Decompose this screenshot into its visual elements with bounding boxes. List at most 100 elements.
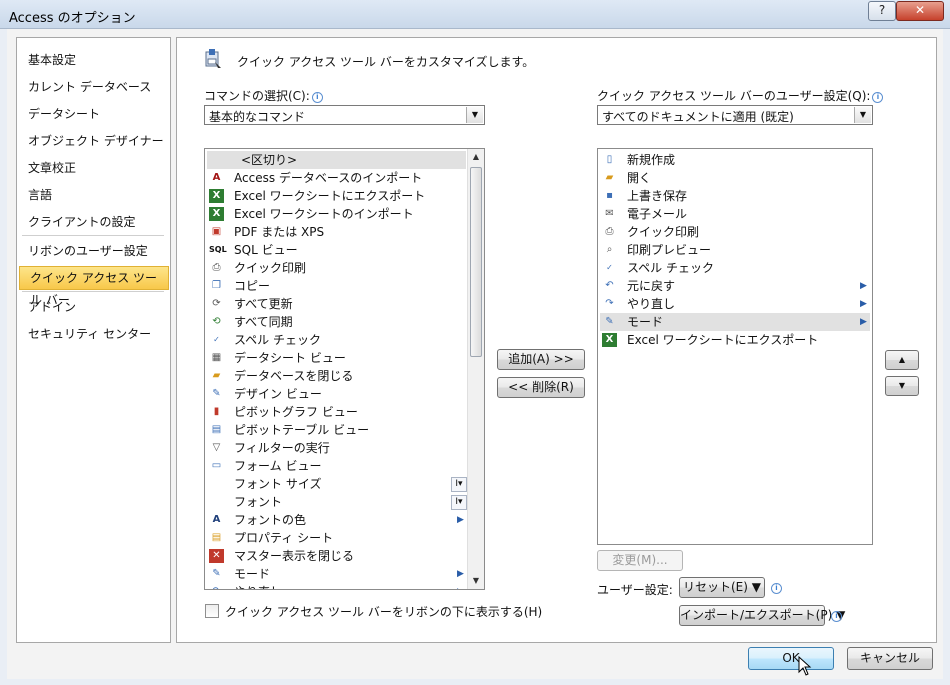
submenu-arrow-icon: ▶ [457,583,464,589]
spell-check-icon: ✓ [606,263,613,272]
list-item[interactable]: ❐ コピー [207,277,466,295]
list-item[interactable]: ✎ デザイン ビュー [207,385,466,403]
list-item-label: Excel ワークシートにエクスポート [234,189,426,203]
list-item[interactable]: ▣ PDF または XPS [207,223,466,241]
list-item-label: フォント サイズ [234,477,322,491]
commands-list[interactable]: <区切り> A Access データベースのインポート X Excel ワークシートにエ… [204,148,485,590]
show-below-ribbon-label[interactable]: クイック アクセス ツール バーをリボンの下に表示する(H) [225,603,542,620]
commands-scrollbar[interactable]: ▲ ▼ [467,149,484,589]
list-item[interactable]: ⎙ クイック印刷 [207,259,466,277]
list-item-label: Excel ワークシートにエクスポート [627,333,819,347]
submenu-arrow-icon: ▶ [457,569,464,579]
nav-item[interactable]: データシート [18,102,169,126]
nav-item[interactable]: アドイン [18,295,169,319]
qat-label: クイック アクセス ツール バーのユーザー設定(Q): i [597,87,884,104]
scroll-down-icon[interactable]: ▼ [468,573,484,589]
mode-icon: ✎ [212,568,221,579]
nav-item[interactable]: クライアントの設定 [18,210,169,234]
qat-scope-select[interactable]: すべてのドキュメントに適用 (既定) ▼ [597,105,873,125]
list-item[interactable]: X Excel ワークシートにエクスポート [207,187,466,205]
scroll-up-icon[interactable]: ▲ [468,149,484,165]
list-item[interactable]: ✎ モード ▶ [207,565,466,583]
qat-scope-value: すべてのドキュメントに適用 (既定) [602,110,794,124]
modify-button[interactable]: 変更(M)... [597,550,683,571]
list-item[interactable]: ↷ やり直し ▶ [207,583,466,589]
list-item[interactable]: X Excel ワークシートにエクスポート [600,331,870,349]
move-down-button[interactable]: ▼ [885,376,919,396]
list-item-label: <区切り> [241,153,298,167]
list-item[interactable]: ▽ フィルターの実行 [207,439,466,457]
list-item[interactable]: X Excel ワークシートのインポート [207,205,466,223]
list-item[interactable]: ▰ データベースを閉じる [207,367,466,385]
list-item-label: ピボットテーブル ビュー [234,423,370,437]
list-item[interactable]: ▪ 上書き保存 [600,187,870,205]
chevron-down-icon[interactable]: ▼ [854,107,871,123]
list-item[interactable]: ✓ スペル チェック [207,331,466,349]
list-item[interactable]: ⎙ クイック印刷 [600,223,870,241]
content-pane: クイック アクセス ツール バーをカスタマイズします。 コマンドの選択(C): i… [176,37,937,643]
nav-item[interactable]: 文章校正 [18,156,169,180]
sql-icon: SQL [209,245,227,254]
list-item-label: ピボットグラフ ビュー [234,405,358,419]
nav-item[interactable]: リボンのユーザー設定 [18,239,169,263]
list-item[interactable]: <区切り> [207,151,466,169]
add-button[interactable]: 追加(A) >> [497,349,585,370]
close-db-icon: ▰ [212,370,221,381]
list-item[interactable]: SQL SQL ビュー [207,241,466,259]
cancel-button[interactable]: キャンセル [847,647,933,670]
list-item[interactable]: ✕ マスター表示を閉じる [207,547,466,565]
list-item[interactable]: ✓ スペル チェック [600,259,870,277]
redo-icon: ↷ [209,585,224,589]
mouse-cursor-icon [798,656,812,676]
copy-icon: ❐ [212,280,221,291]
list-item[interactable]: ▭ フォーム ビュー [207,457,466,475]
scroll-thumb[interactable] [470,167,482,357]
import-export-button[interactable]: インポート/エクスポート(P) ▼ [679,605,845,626]
reset-button[interactable]: リセット(E) ▼ [679,577,765,598]
nav-item[interactable]: オブジェクト デザイナー [18,129,169,153]
nav-item[interactable]: 言語 [18,183,169,207]
commands-label: コマンドの選択(C): i [204,87,323,104]
list-item-label: やり直し [627,297,676,311]
submenu-arrow-icon: ▶ [860,281,867,291]
nav-item[interactable]: 基本設定 [18,48,169,72]
list-item[interactable]: ▮ ピボットグラフ ビュー [207,403,466,421]
list-item[interactable]: ▯ 新規作成 [600,151,870,169]
email-icon: ✉ [605,208,614,219]
qat-list[interactable]: ▯ 新規作成 ▰ 開く ▪ 上書き保存 ✉ 電子メール ⎙ クイック印刷 ⌕ 印刷プレビュー ✓ スペル … [597,148,873,545]
list-item[interactable]: ▦ データシート ビュー [207,349,466,367]
chevron-down-icon[interactable]: ▼ [466,107,483,123]
list-item[interactable]: ✎ モード ▶ [600,313,870,331]
save-icon: ▪ [606,190,613,201]
list-item[interactable]: ▰ 開く [600,169,870,187]
list-item-label: 元に戻す [627,279,676,293]
list-item[interactable]: ▤ ピボットテーブル ビュー [207,421,466,439]
title-bar: Access のオプション ? ✕ [0,0,950,29]
remove-button[interactable]: << 削除(R) [497,377,585,398]
list-item[interactable]: A フォントの色 ▶ [207,511,466,529]
nav-separator [22,291,164,292]
list-item[interactable]: ↷ やり直し ▶ [600,295,870,313]
list-item[interactable]: フォント I▾ [207,493,467,511]
nav-item[interactable]: カレント データベース [18,75,169,99]
move-up-button[interactable]: ▲ [885,350,919,370]
list-item[interactable]: ▤ プロパティ シート [207,529,466,547]
list-item[interactable]: ⌕ 印刷プレビュー [600,241,870,259]
excel-export-icon: X [209,189,224,203]
list-item[interactable]: ✉ 電子メール [600,205,870,223]
list-item-label: やり直し [234,583,282,589]
list-item[interactable]: A Access データベースのインポート [207,169,466,187]
nav-item[interactable]: セキュリティ センター [18,322,169,346]
list-item[interactable]: フォント サイズ I▾ [207,475,467,493]
nav-item[interactable]: クイック アクセス ツール バー [19,266,169,307]
commands-select[interactable]: 基本的なコマンド ▼ [204,105,485,125]
list-item[interactable]: ⟳ すべて更新 [207,295,466,313]
ok-button[interactable]: OK [748,647,834,670]
help-button[interactable]: ? [868,1,896,21]
list-item[interactable]: ⟲ すべて同期 [207,313,466,331]
excel-import-icon: X [209,207,224,221]
list-item[interactable]: ↶ 元に戻す ▶ [600,277,870,295]
close-button[interactable]: ✕ [896,1,944,21]
list-item-label: 上書き保存 [627,189,688,203]
show-below-ribbon-checkbox[interactable] [205,604,219,618]
